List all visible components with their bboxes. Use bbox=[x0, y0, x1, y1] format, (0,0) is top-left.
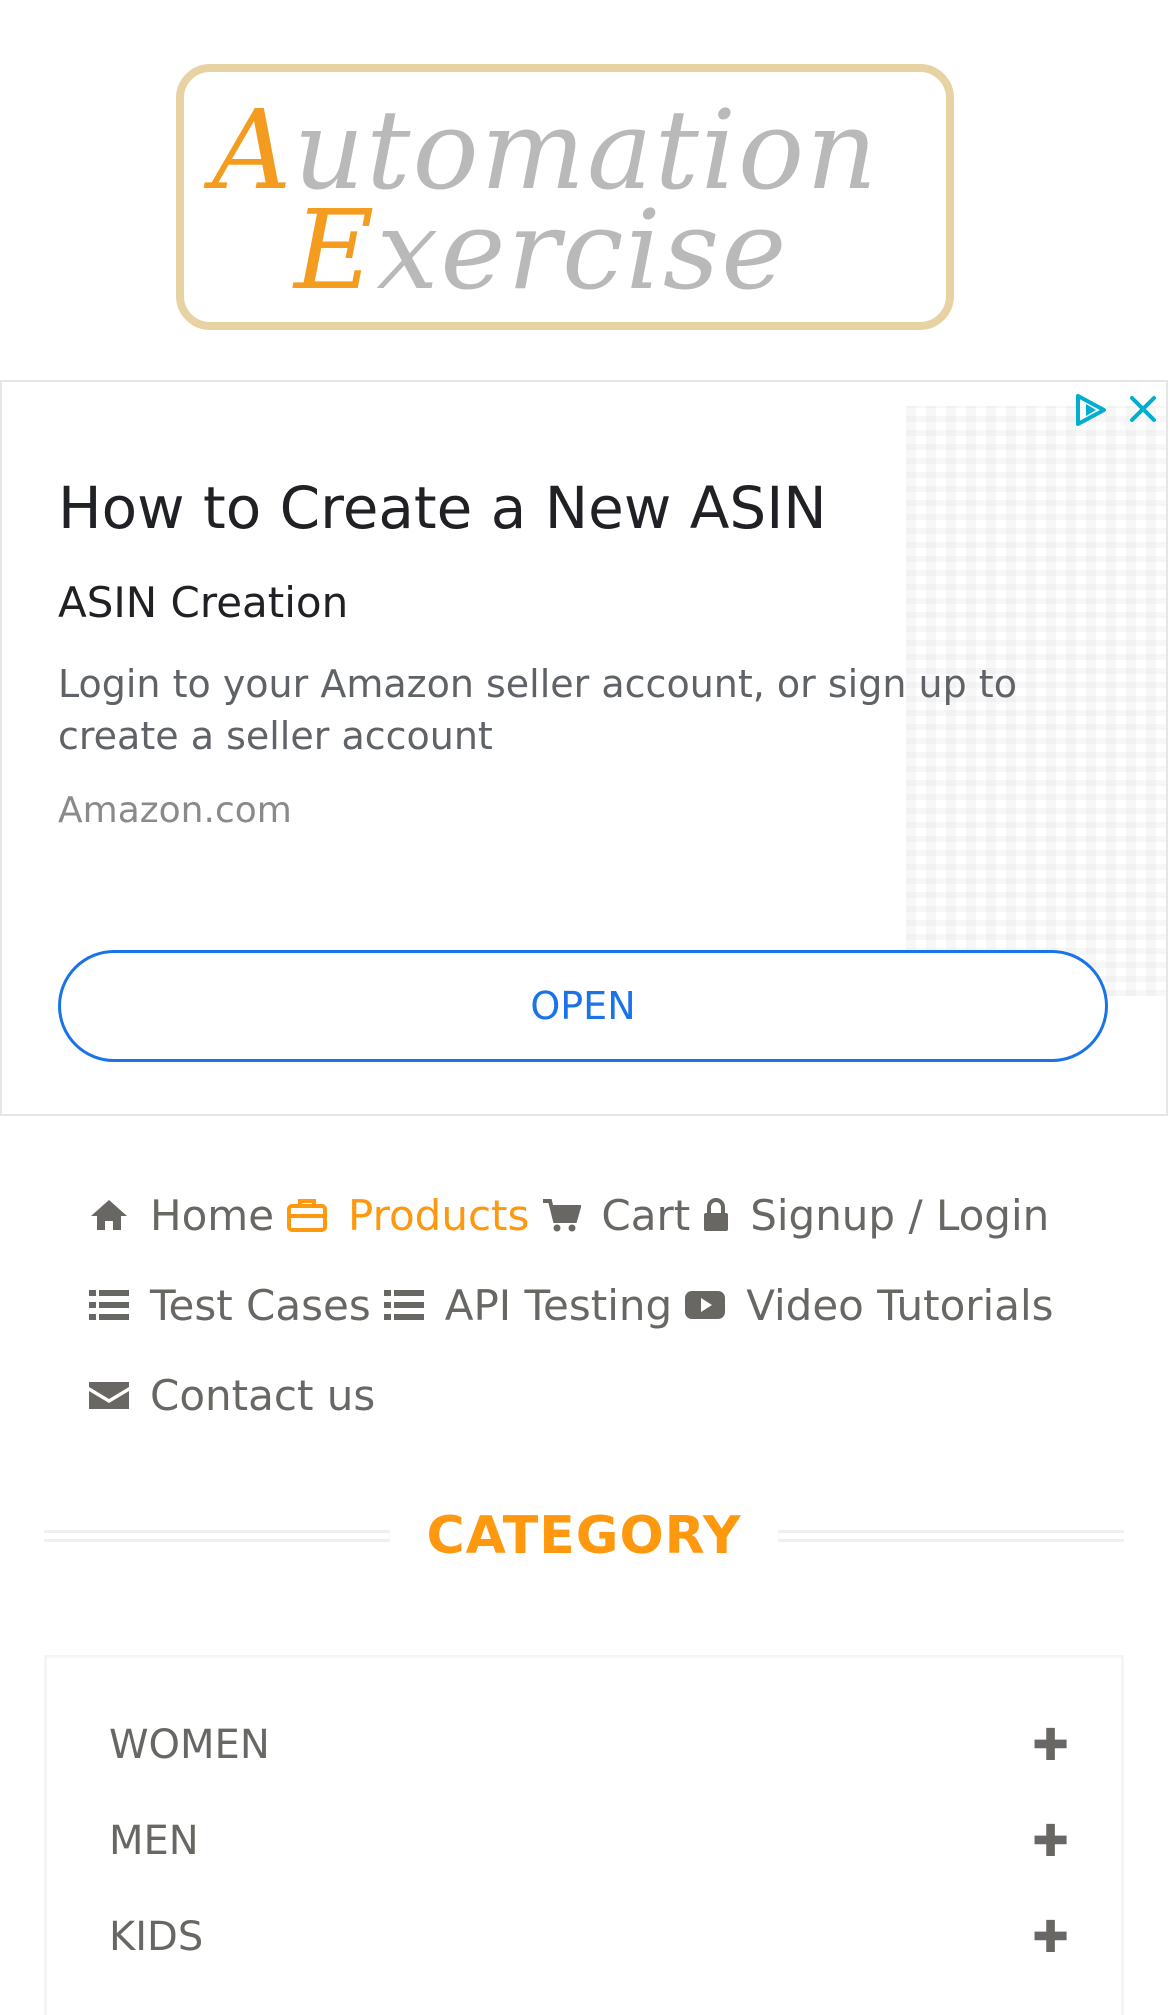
category-item-kids[interactable]: KIDS ✚ bbox=[109, 1902, 1069, 1972]
site-logo[interactable]: Automation Exercise bbox=[176, 64, 954, 330]
nav-api-testing-label: API Testing bbox=[444, 1280, 673, 1330]
list-icon bbox=[89, 1290, 129, 1320]
adchoices-icon[interactable] bbox=[1070, 390, 1114, 430]
logo-cap-a: A bbox=[212, 86, 294, 214]
ad-title[interactable]: How to Create a New ASIN bbox=[58, 474, 827, 542]
briefcase-icon bbox=[287, 1199, 328, 1232]
nav-video-tutorials-label: Video Tutorials bbox=[746, 1280, 1054, 1330]
category-title: CATEGORY bbox=[426, 1506, 742, 1566]
list-icon bbox=[383, 1290, 424, 1320]
ad-open-button[interactable]: OPEN bbox=[58, 950, 1108, 1062]
ad-subtitle: ASIN Creation bbox=[58, 578, 349, 627]
home-icon bbox=[91, 1200, 127, 1230]
category-item-men[interactable]: MEN ✚ bbox=[109, 1806, 1069, 1876]
category-heading: CATEGORY bbox=[44, 1500, 1124, 1570]
plus-icon[interactable]: ✚ bbox=[1032, 1720, 1069, 1771]
nav-test-cases[interactable]: Test Cases bbox=[88, 1281, 371, 1330]
plus-icon[interactable]: ✚ bbox=[1032, 1912, 1069, 1963]
nav-row-1: Home Products Cart Signup / Login bbox=[88, 1170, 1108, 1260]
nav-cart[interactable]: Cart bbox=[541, 1191, 690, 1240]
nav-products-label: Products bbox=[348, 1190, 530, 1240]
youtube-play-icon bbox=[685, 1291, 726, 1319]
nav-video-tutorials[interactable]: Video Tutorials bbox=[684, 1280, 1054, 1330]
nav-row-3: Contact us bbox=[88, 1350, 1108, 1440]
lock-icon bbox=[704, 1198, 729, 1231]
nav-contact-us-label: Contact us bbox=[150, 1370, 376, 1420]
nav-row-2: Test Cases API Testing Video Tutorials bbox=[88, 1260, 1108, 1350]
nav-home-label: Home bbox=[150, 1190, 275, 1240]
category-item-label: WOMEN bbox=[109, 1722, 270, 1768]
logo-line-2: Exercise bbox=[294, 190, 1056, 310]
nav-products[interactable]: Products bbox=[286, 1191, 529, 1240]
category-panel: WOMEN ✚ MEN ✚ KIDS ✚ bbox=[44, 1655, 1124, 2015]
category-item-label: MEN bbox=[109, 1818, 199, 1864]
ad-close-icon[interactable] bbox=[1126, 392, 1160, 426]
category-item-label: KIDS bbox=[109, 1914, 204, 1960]
envelope-icon bbox=[89, 1382, 129, 1409]
logo-cap-e: E bbox=[294, 186, 377, 314]
logo-text-exercise: xercise bbox=[376, 186, 789, 314]
nav-signup-login-label: Signup / Login bbox=[750, 1190, 1050, 1240]
nav-api-testing[interactable]: API Testing bbox=[383, 1281, 672, 1330]
nav-cart-label: Cart bbox=[601, 1190, 691, 1240]
main-nav: Home Products Cart Signup / Login Test C… bbox=[88, 1170, 1108, 1440]
cart-icon bbox=[543, 1199, 582, 1232]
nav-signup-login[interactable]: Signup / Login bbox=[702, 1191, 1049, 1240]
nav-contact-us[interactable]: Contact us bbox=[88, 1371, 375, 1420]
nav-home[interactable]: Home bbox=[88, 1191, 274, 1240]
ad-description: Login to your Amazon seller account, or … bbox=[58, 662, 1017, 758]
category-item-women[interactable]: WOMEN ✚ bbox=[109, 1710, 1069, 1780]
ad-domain: Amazon.com bbox=[58, 790, 292, 831]
plus-icon[interactable]: ✚ bbox=[1032, 1816, 1069, 1867]
nav-test-cases-label: Test Cases bbox=[150, 1280, 371, 1330]
